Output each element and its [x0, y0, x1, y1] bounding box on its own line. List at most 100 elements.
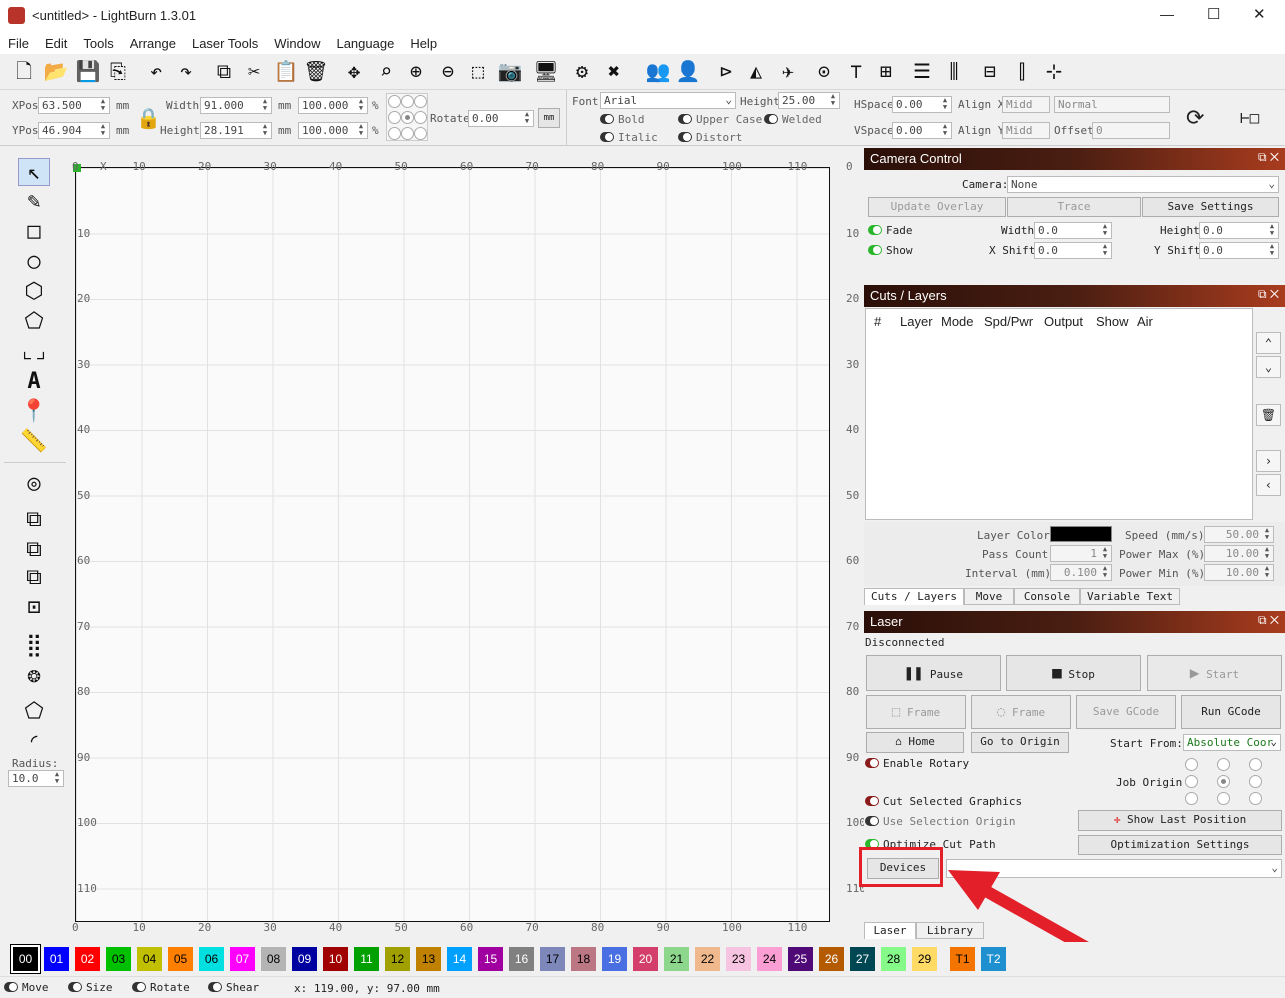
move-icon[interactable]: ✥ [340, 57, 368, 85]
palette-swatch-20[interactable]: 20 [633, 947, 658, 971]
palette-swatch-T1[interactable]: T1 [950, 947, 975, 971]
fade-toggle[interactable]: Fade [868, 224, 913, 237]
import-icon[interactable]: ⎘ [104, 57, 132, 85]
hspace-input[interactable]: 0.00 ▲ ▼ [892, 96, 952, 113]
pen-icon[interactable]: ✎ [18, 188, 50, 216]
corner-radius-icon[interactable]: ◜ [18, 728, 50, 756]
update-overlay-button[interactable]: Update Overlay [868, 197, 1006, 217]
zoom-out-icon[interactable]: ⊖ [434, 57, 462, 85]
new-file-icon[interactable]: 🗋 [10, 57, 38, 85]
cut-selected-toggle[interactable]: Cut Selected Graphics [865, 795, 1022, 808]
tab-console[interactable]: Console [1014, 588, 1080, 605]
stop-button[interactable]: ■ Stop [1006, 655, 1141, 691]
expand-right-button[interactable]: › [1256, 450, 1281, 472]
position-laser-icon[interactable]: ⌞⌟ [18, 338, 50, 366]
spinner-icon[interactable]: ▲ ▼ [1100, 565, 1110, 580]
boolean-union-icon[interactable]: ⧉ [18, 506, 50, 534]
save-gcode-button[interactable]: Save GCode [1076, 695, 1176, 729]
menu-laser-tools[interactable]: Laser Tools [184, 32, 266, 51]
align-edges-icon[interactable]: ⊟ [976, 57, 1004, 85]
go-to-origin-button[interactable]: Go to Origin [971, 732, 1069, 753]
menu-language[interactable]: Language [328, 32, 402, 51]
show-last-position-button[interactable]: ✛ Show Last Position [1078, 810, 1282, 831]
move-layer-down-button[interactable]: ⌄ [1256, 356, 1281, 378]
optimization-settings-button[interactable]: Optimization Settings [1078, 835, 1282, 855]
copy-icon[interactable]: ⧉ [210, 57, 238, 85]
select-tool-icon[interactable]: ↖ [18, 158, 50, 186]
text-tool-icon[interactable]: A [18, 368, 50, 396]
palette-swatch-19[interactable]: 19 [602, 947, 627, 971]
camera-icon[interactable]: 📷 [496, 57, 524, 85]
size-toggle[interactable]: Size [68, 981, 113, 994]
close-button[interactable]: ✕ [1253, 5, 1266, 23]
height-input[interactable]: 28.191 ▲ ▼ [200, 122, 272, 139]
weld-icon[interactable]: ⊡ [18, 594, 50, 622]
rectangle-icon[interactable]: □ [18, 218, 50, 246]
col-number[interactable]: # [874, 314, 881, 329]
align-top-icon[interactable]: ⊤ [842, 57, 870, 85]
offset-input[interactable]: 0 [1092, 122, 1170, 139]
layers-table[interactable]: # Layer Mode Spd/Pwr Output Show Air [865, 308, 1253, 520]
radius-input[interactable]: 10.0 ▲ ▼ [8, 770, 64, 787]
edit-nodes-icon[interactable]: ⬠ [18, 308, 50, 336]
normal-select[interactable]: Normal [1054, 96, 1170, 113]
palette-swatch-18[interactable]: 18 [571, 947, 596, 971]
move-toggle[interactable]: Move [4, 981, 49, 994]
delete-layer-button[interactable]: 🗑 [1256, 404, 1281, 426]
home-button[interactable]: ⌂ Home [866, 732, 964, 753]
palette-swatch-09[interactable]: 09 [292, 947, 317, 971]
trace-button[interactable]: Trace [1007, 197, 1141, 217]
pass-count-input[interactable]: 1 ▲ ▼ [1050, 545, 1112, 562]
palette-swatch-16[interactable]: 16 [509, 947, 534, 971]
menu-help[interactable]: Help [402, 32, 445, 51]
pause-button[interactable]: ❚❚ Pause [866, 655, 1001, 691]
spinner-icon[interactable]: ▲ ▼ [260, 98, 270, 113]
palette-swatch-14[interactable]: 14 [447, 947, 472, 971]
palette-swatch-10[interactable]: 10 [323, 947, 348, 971]
run-gcode-button[interactable]: Run GCode [1181, 695, 1281, 729]
settings-icon[interactable]: ⚙ [568, 57, 596, 85]
monitor-icon[interactable]: 🖥 [532, 57, 560, 85]
palette-swatch-28[interactable]: 28 [881, 947, 906, 971]
show-toggle[interactable]: Show [868, 244, 913, 257]
spinner-icon[interactable]: ▲ ▼ [1262, 565, 1272, 580]
move-layer-up-button[interactable]: ⌃ [1256, 332, 1281, 354]
palette-swatch-21[interactable]: 21 [664, 947, 689, 971]
target-icon[interactable]: ⊙ [810, 57, 838, 85]
spinner-icon[interactable]: ▲ ▼ [52, 771, 62, 786]
plane-icon[interactable]: ✈ [774, 57, 802, 85]
cam-height-input[interactable]: 0.0 ▲ ▼ [1199, 222, 1279, 239]
yshift-input[interactable]: 0.0 ▲ ▼ [1199, 242, 1279, 259]
width-input[interactable]: 91.000 ▲ ▼ [200, 97, 272, 114]
delete-icon[interactable]: 🗑 [302, 57, 330, 85]
undo-icon[interactable]: ↶ [142, 57, 170, 85]
frame-rect-button[interactable]: ⬚ Frame [866, 695, 966, 729]
job-origin-grid[interactable] [1185, 758, 1275, 806]
ypos-input[interactable]: 46.904 ▲ ▼ [38, 122, 110, 139]
font-height-input[interactable]: 25.00 ▲ ▼ [778, 92, 840, 109]
sync-icon[interactable]: ⟳ [1186, 106, 1204, 131]
palette-swatch-27[interactable]: 27 [850, 947, 875, 971]
palette-swatch-17[interactable]: 17 [540, 947, 565, 971]
palette-swatch-25[interactable]: 25 [788, 947, 813, 971]
use-selection-origin-toggle[interactable]: Use Selection Origin [865, 815, 1015, 828]
grid-array-icon[interactable]: ⣿ [18, 632, 50, 660]
power-max-input[interactable]: 10.00 ▲ ▼ [1204, 545, 1274, 562]
spinner-icon[interactable]: ▲ ▼ [1267, 243, 1277, 258]
distribute-h-icon[interactable]: ☰ [908, 57, 936, 85]
tab-variable-text[interactable]: Variable Text [1080, 588, 1180, 605]
palette-swatch-03[interactable]: 03 [106, 947, 131, 971]
tab-cuts-layers[interactable]: Cuts / Layers [864, 588, 964, 605]
align-tool-icon[interactable]: ⊢□ [1240, 108, 1259, 127]
col-layer[interactable]: Layer [900, 314, 933, 329]
align-center-icon[interactable]: ⊞ [872, 57, 900, 85]
spinner-icon[interactable]: ▲ ▼ [940, 123, 950, 138]
palette-swatch-24[interactable]: 24 [757, 947, 782, 971]
tab-laser[interactable]: Laser [864, 922, 916, 939]
col-air[interactable]: Air [1137, 314, 1153, 329]
italic-toggle[interactable]: Italic [600, 131, 658, 144]
boolean-intersect-icon[interactable]: ⧉ [18, 564, 50, 592]
palette-swatch-01[interactable]: 01 [44, 947, 69, 971]
spinner-icon[interactable]: ▲ ▼ [356, 98, 366, 113]
collapse-left-button[interactable]: ‹ [1256, 474, 1281, 496]
